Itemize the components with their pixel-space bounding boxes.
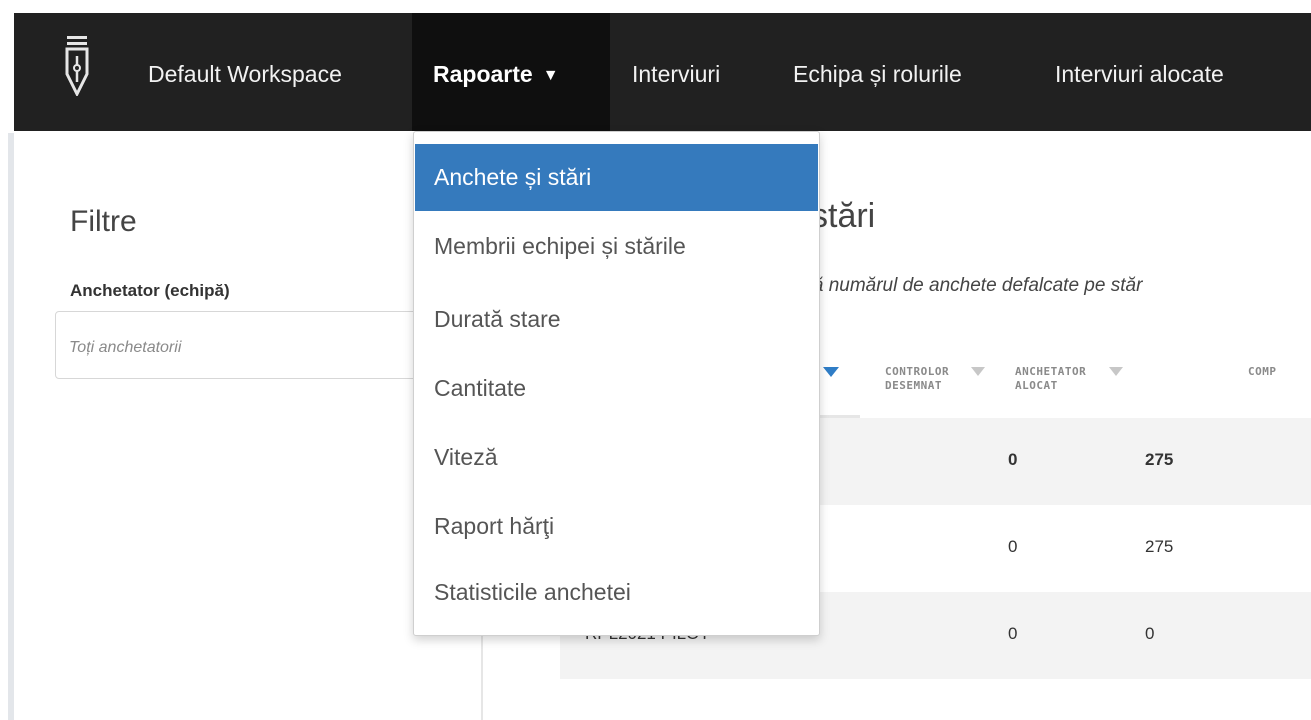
menu-item-map-report[interactable]: Raport hărţi [415,493,818,560]
navbar: Default Workspace Rapoarte ▼ Interviuri E… [14,13,1311,131]
column-header-interviewer-line2: ALOCAT [1015,379,1058,392]
filters-title: Filtre [70,205,137,238]
nav-assigned-interviews[interactable]: Interviuri alocate [1055,13,1224,131]
column-header-controller-line1: CONTROLOR [885,365,950,378]
column-header-controller[interactable]: CONTROLOR DESEMNAT [885,365,1005,393]
column-header-interviewer[interactable]: ANCHETATOR ALOCAT [1015,365,1135,393]
nav-interviews[interactable]: Interviuri [632,13,720,131]
nav-workspace[interactable]: Default Workspace [148,13,342,131]
menu-item-speed[interactable]: Viteză [415,424,818,491]
interviewer-filter-select[interactable]: Toți anchetatorii [55,311,425,379]
menu-item-team-members-statuses[interactable]: Membrii echipei și stările [415,213,818,280]
row-controller-count: 0 [1008,537,1018,556]
row-interviewer-count: 275 [1145,537,1174,556]
menu-item-status-duration[interactable]: Durată stare [415,286,818,353]
reports-dropdown-menu: Anchete și stări Membrii echipei și stăr… [413,131,820,636]
row-controller-count: 0 [1008,450,1018,469]
nav-reports-label: Rapoarte [433,61,533,87]
pen-nib-logo-icon[interactable] [64,36,90,96]
interviewer-filter-placeholder: Toți anchetatorii [69,339,182,356]
nav-reports-dropdown[interactable]: Rapoarte ▼ [412,13,610,131]
row-controller-count: 0 [1008,624,1018,643]
page-title: stări [811,197,876,235]
column-header-completed[interactable]: COMP [1248,365,1308,379]
top-strip [0,0,1311,13]
nav-team-roles[interactable]: Echipa și rolurile [793,13,962,131]
menu-item-surveys-statuses[interactable]: Anchete și stări [415,144,818,211]
column-header-controller-line2: DESEMNAT [885,379,942,392]
left-gutter-bar [8,133,14,720]
column-header-interviewer-line1: ANCHETATOR [1015,365,1087,378]
sort-icon [971,367,985,376]
left-gutter [0,13,14,720]
page-subtitle: ată numărul de anchete defalcate pe stăr [797,275,1143,296]
menu-item-quantity[interactable]: Cantitate [415,355,818,422]
menu-item-survey-statistics[interactable]: Statisticile anchetei [415,559,818,626]
sort-icon [1109,367,1123,376]
interviewer-filter-label: Anchetator (echipă) [70,281,230,300]
row-interviewer-count: 0 [1145,624,1155,643]
row-interviewer-count: 275 [1145,450,1174,469]
caret-down-icon: ▼ [542,67,559,84]
sort-desc-icon[interactable] [823,367,839,377]
